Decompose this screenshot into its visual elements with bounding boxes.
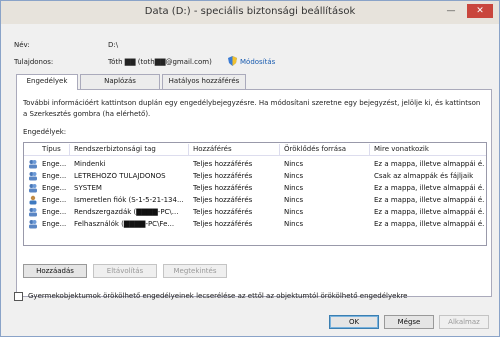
column-header-type[interactable]: Típus <box>42 145 61 153</box>
cell-principal: Felhasználók (▇▇▇▇-PC\Fe... <box>74 220 175 228</box>
cell-inherited: Nincs <box>284 160 304 168</box>
permissions-description: További információért kattintson duplán … <box>23 99 481 118</box>
permission-row[interactable]: Enge... Ismeretlen fiók (S-1-5-21-134...… <box>24 194 486 206</box>
owner-value: Tóth ▇▇ (toth▇▇@gmail.com) <box>108 58 212 66</box>
close-button[interactable]: ✕ <box>467 4 493 18</box>
list-header: Típus Rendszerbiztonsági tag Hozzáférés … <box>24 143 486 156</box>
user-icon <box>29 195 37 205</box>
tab-auditing[interactable]: Naplózás <box>80 74 160 89</box>
cell-principal: LÉTREHOZÓ TULAJDONOS <box>74 172 166 180</box>
cell-type: Enge... <box>42 184 67 192</box>
change-owner-link[interactable]: Módosítás <box>240 58 275 66</box>
cell-applies: Ez a mappa, illetve almappái é... <box>374 220 484 228</box>
cell-principal: Rendszergazdák (▇▇▇▇-PC\... <box>74 208 179 216</box>
cell-applies: Ez a mappa, illetve almappái é... <box>374 196 484 204</box>
name-label: Név: <box>14 41 30 49</box>
column-divider[interactable] <box>188 144 189 155</box>
replace-child-permissions-checkbox[interactable] <box>14 292 23 301</box>
dialog-window: Data (D:) - speciális biztonsági beállít… <box>0 0 500 337</box>
column-header-inherited[interactable]: Öröklődés forrása <box>284 145 346 153</box>
cell-access: Teljes hozzáférés <box>193 160 253 168</box>
permissions-panel: További információért kattintson duplán … <box>16 89 492 297</box>
cell-inherited: Nincs <box>284 220 304 228</box>
cell-inherited: Nincs <box>284 184 304 192</box>
ok-button[interactable]: OK <box>329 315 379 329</box>
cell-applies: Csak az almappák és fájljaik <box>374 172 474 180</box>
user-group-icon <box>29 184 37 193</box>
cell-access: Teljes hozzáférés <box>193 172 253 180</box>
permissions-list-label: Engedélyek: <box>23 128 67 136</box>
column-header-principal[interactable]: Rendszerbiztonsági tag <box>74 145 156 153</box>
cell-type: Enge... <box>42 160 67 168</box>
permission-row[interactable]: Enge... Mindenki Teljes hozzáférés Nincs… <box>24 158 486 170</box>
minimize-button[interactable]: — <box>442 4 460 18</box>
permission-row[interactable]: Enge... LÉTREHOZÓ TULAJDONOS Teljes hozz… <box>24 170 486 182</box>
permission-row[interactable]: Enge... SYSTEM Teljes hozzáférés Nincs E… <box>24 182 486 194</box>
title-bar[interactable]: Data (D:) - speciális biztonsági beállít… <box>1 1 499 24</box>
shield-icon <box>228 56 237 66</box>
cell-access: Teljes hozzáférés <box>193 184 253 192</box>
column-header-applies[interactable]: Mire vonatkozik <box>374 145 429 153</box>
cell-principal: SYSTEM <box>74 184 102 192</box>
cell-type: Enge... <box>42 196 67 204</box>
add-button[interactable]: Hozzáadás <box>23 264 87 278</box>
user-group-icon <box>29 220 37 229</box>
tab-effective-access[interactable]: Hatályos hozzáférés <box>162 74 246 89</box>
column-header-access[interactable]: Hozzáférés <box>193 145 232 153</box>
cell-applies: Ez a mappa, illetve almappái é... <box>374 208 484 216</box>
cell-type: Enge... <box>42 220 67 228</box>
permissions-list[interactable]: Típus Rendszerbiztonsági tag Hozzáférés … <box>23 142 487 246</box>
cell-access: Teljes hozzáférés <box>193 220 253 228</box>
window-title: Data (D:) - speciális biztonsági beállít… <box>144 6 356 17</box>
cell-principal: Ismeretlen fiók (S-1-5-21-134... <box>74 196 184 204</box>
cell-access: Teljes hozzáférés <box>193 208 253 216</box>
cell-type: Enge... <box>42 172 67 180</box>
cell-type: Enge... <box>42 208 67 216</box>
dialog-body: Név: D:\ Tulajdonos: Tóth ▇▇ (toth▇▇@gma… <box>6 24 494 331</box>
owner-label: Tulajdonos: <box>14 58 54 66</box>
cell-inherited: Nincs <box>284 172 304 180</box>
cell-applies: Ez a mappa, illetve almappái é... <box>374 184 484 192</box>
tab-permissions[interactable]: Engedélyek <box>16 74 78 90</box>
column-divider[interactable] <box>279 144 280 155</box>
user-group-icon <box>29 172 37 181</box>
permission-row[interactable]: Enge... Felhasználók (▇▇▇▇-PC\Fe... Telj… <box>24 218 486 230</box>
user-group-icon <box>29 160 37 169</box>
user-group-icon <box>29 208 37 217</box>
permission-row[interactable]: Enge... Rendszergazdák (▇▇▇▇-PC\... Telj… <box>24 206 486 218</box>
cancel-button[interactable]: Mégse <box>384 315 434 329</box>
remove-button[interactable]: Eltávolítás <box>93 264 157 278</box>
cell-applies: Ez a mappa, illetve almappái é... <box>374 160 484 168</box>
apply-button[interactable]: Alkalmaz <box>439 315 489 329</box>
view-button[interactable]: Megtekintés <box>163 264 227 278</box>
cell-inherited: Nincs <box>284 196 304 204</box>
cell-inherited: Nincs <box>284 208 304 216</box>
replace-child-permissions-label: Gyermekobjektumok örökölhető engedélyein… <box>28 292 408 300</box>
cell-principal: Mindenki <box>74 160 106 168</box>
cell-access: Teljes hozzáférés <box>193 196 253 204</box>
column-divider[interactable] <box>369 144 370 155</box>
column-divider[interactable] <box>69 144 70 155</box>
name-value: D:\ <box>108 41 119 49</box>
